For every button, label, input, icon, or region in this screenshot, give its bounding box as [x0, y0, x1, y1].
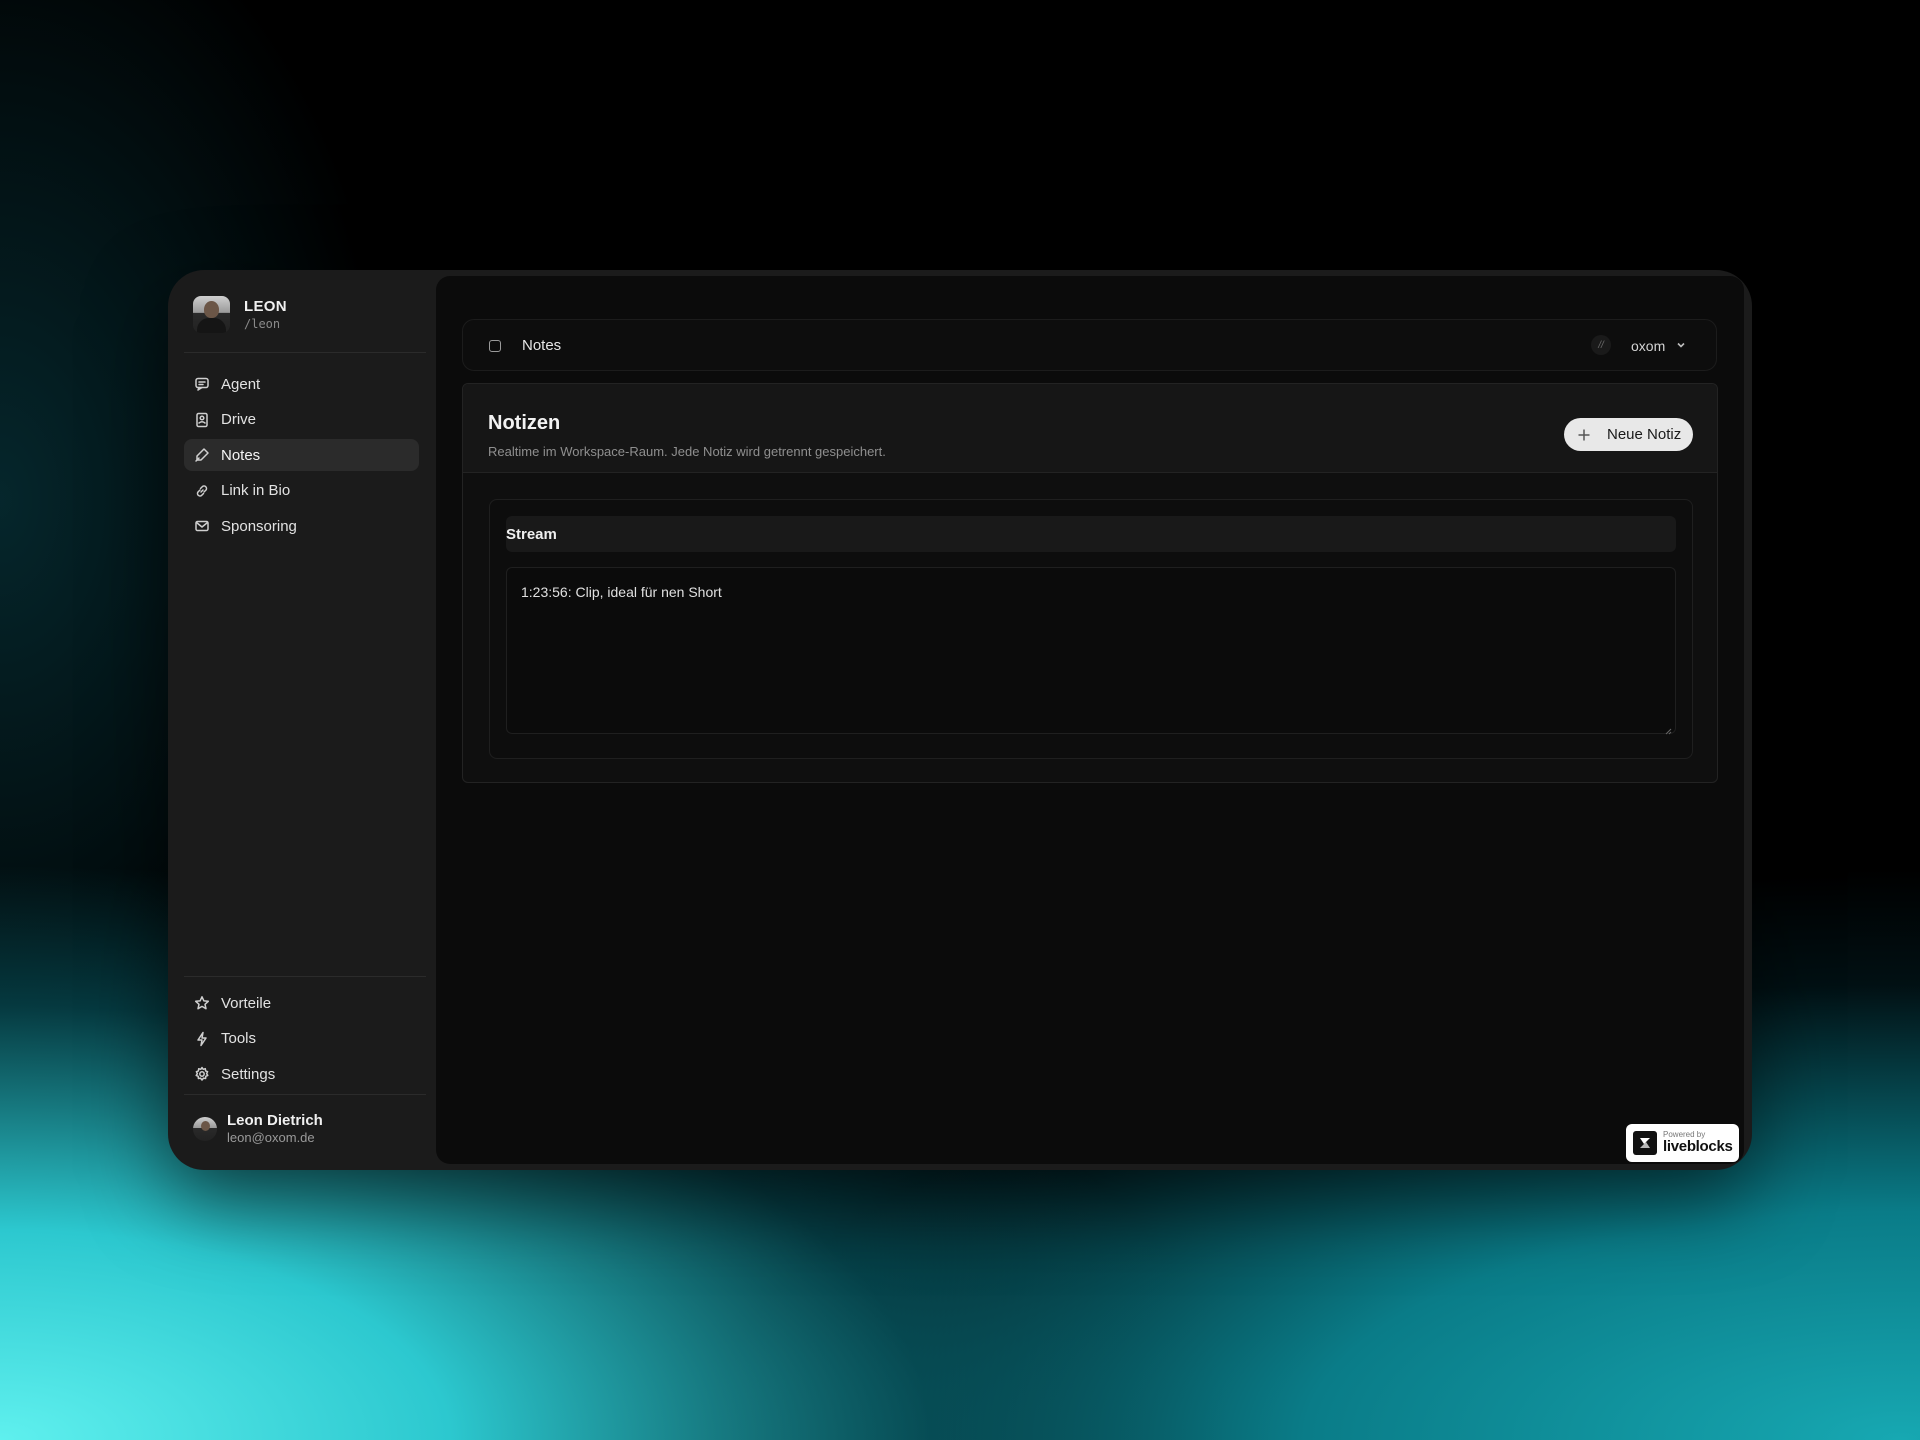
note-body-text: 1:23:56: Clip, ideal für nen Short [521, 584, 722, 600]
user-email: leon@oxom.de [227, 1130, 315, 1145]
sidebar-item-label: Settings [221, 1065, 276, 1083]
workspace-switcher[interactable]: oxom [1631, 338, 1665, 354]
topbar: Notes // oxom [462, 319, 1717, 371]
sidebar-item-label: Tools [221, 1030, 257, 1047]
sidebar-item-settings[interactable]: Settings [184, 1058, 419, 1090]
notes-panel: Notizen Realtime im Workspace-Raum. Jede… [462, 383, 1718, 783]
note-body-textarea[interactable]: 1:23:56: Clip, ideal für nen Short [506, 567, 1676, 735]
sidebar-nav: Agent Drive Notes Link in Bio Sponsoring [184, 368, 419, 546]
sidebar-divider [184, 976, 426, 977]
note-title-text: Stream [506, 525, 557, 543]
drive-icon [193, 411, 210, 428]
profile-handle: /leon [244, 316, 281, 331]
sidebar: LEON /leon Agent Drive Notes Link in Bio [168, 270, 435, 1170]
panel-subtitle: Realtime im Workspace-Raum. Jede Notiz w… [488, 444, 886, 459]
sidebar-bottom-nav: Vorteile Tools Settings [184, 987, 419, 1094]
workspace-icon: // [1591, 335, 1611, 355]
page-title: Notes [522, 337, 562, 354]
chat-icon [193, 376, 210, 393]
resize-handle-icon[interactable] [1664, 722, 1672, 735]
main-content: Notes // oxom Notizen Realtime im Worksp… [436, 276, 1744, 1164]
plus-icon [1577, 428, 1591, 442]
bolt-icon [193, 1030, 210, 1047]
workspace-profile[interactable]: LEON /leon [193, 295, 287, 333]
sidebar-item-label: Link in Bio [221, 482, 291, 499]
sidebar-item-label: Agent [221, 375, 261, 393]
badge-brand: liveblocks [1663, 1138, 1733, 1155]
note-card: Stream 1:23:56: Clip, ideal für nen Shor… [489, 499, 1693, 759]
new-note-label: Neue Notiz [1607, 426, 1682, 443]
profile-name: LEON [244, 297, 287, 315]
star-icon [193, 995, 210, 1012]
panel-heading: Notizen [488, 412, 561, 434]
gear-icon [193, 1066, 210, 1083]
sidebar-item-vorteile[interactable]: Vorteile [184, 987, 419, 1019]
user-account[interactable]: Leon Dietrich leon@oxom.de [193, 1112, 323, 1145]
sidebar-toggle-icon[interactable] [489, 340, 501, 352]
sidebar-divider [184, 352, 426, 353]
note-title-input[interactable]: Stream [506, 516, 1676, 552]
sidebar-item-link-in-bio[interactable]: Link in Bio [184, 475, 419, 507]
sidebar-divider [184, 1094, 426, 1095]
sidebar-item-label: Sponsoring [221, 517, 297, 535]
liveblocks-badge[interactable]: Powered by liveblocks [1626, 1124, 1739, 1162]
pen-icon [193, 447, 210, 464]
avatar [193, 1116, 217, 1141]
panel-header: Notizen Realtime im Workspace-Raum. Jede… [463, 384, 1717, 473]
new-note-button[interactable]: Neue Notiz [1564, 418, 1693, 451]
app-window: LEON /leon Agent Drive Notes Link in Bio [168, 270, 1752, 1170]
sidebar-item-drive[interactable]: Drive [184, 404, 419, 436]
profile-avatar [193, 295, 230, 333]
sidebar-item-label: Notes [221, 446, 261, 464]
sidebar-item-sponsoring[interactable]: Sponsoring [184, 510, 419, 542]
liveblocks-logo-icon [1633, 1131, 1657, 1155]
sidebar-item-agent[interactable]: Agent [184, 368, 419, 400]
chevron-down-icon[interactable] [1674, 338, 1688, 352]
sidebar-item-label: Vorteile [221, 994, 272, 1012]
link-icon [193, 482, 210, 499]
sidebar-item-notes[interactable]: Notes [184, 439, 419, 471]
mail-icon [193, 518, 210, 535]
user-name: Leon Dietrich [227, 1112, 323, 1129]
sidebar-item-tools[interactable]: Tools [184, 1023, 419, 1055]
sidebar-item-label: Drive [221, 411, 257, 428]
